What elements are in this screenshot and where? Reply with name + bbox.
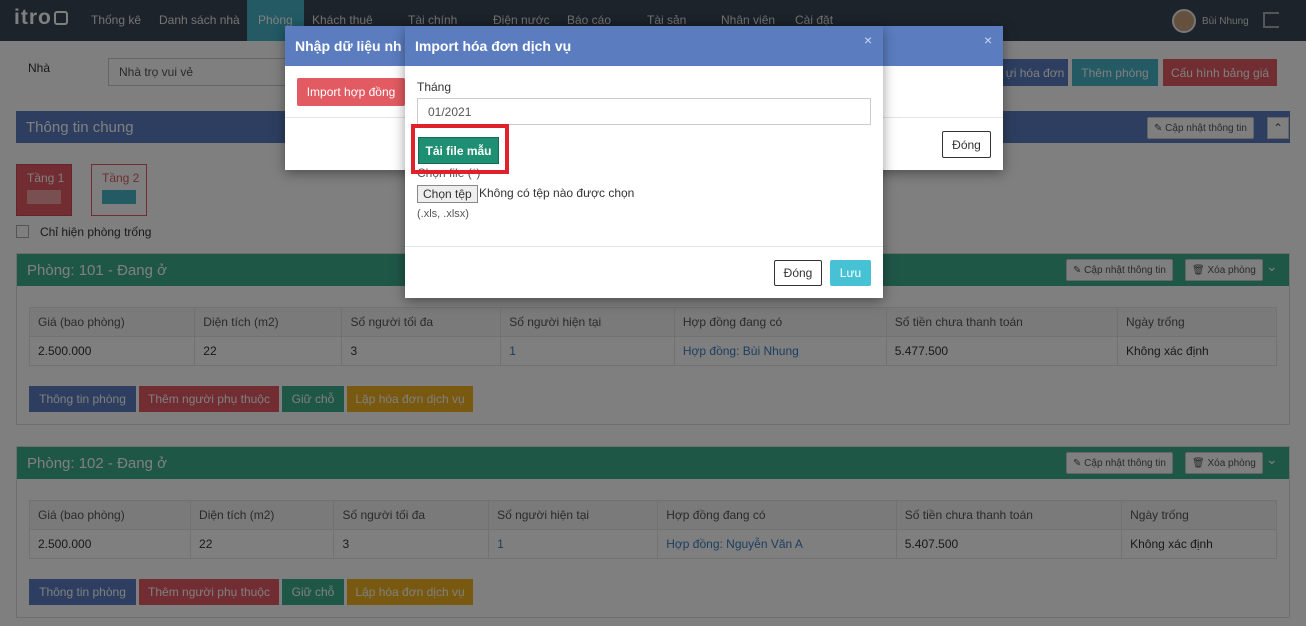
- download-template-button[interactable]: Tải file mẫu: [418, 137, 499, 164]
- save-button[interactable]: Lưu: [830, 260, 871, 286]
- no-file-text: Không có tệp nào được chọn: [479, 186, 635, 200]
- divider: [405, 246, 883, 247]
- import-service-invoice-modal: Import hóa đơn dịch vụ × Tháng 01/2021 C…: [405, 26, 883, 298]
- import-data-modal-title: Nhập dữ liệu nh: [295, 38, 402, 54]
- close-icon[interactable]: ×: [864, 32, 872, 48]
- close-icon[interactable]: ×: [984, 32, 992, 48]
- close-button[interactable]: Đóng: [774, 260, 822, 286]
- import-invoice-modal-header: Import hóa đơn dịch vụ: [405, 26, 883, 66]
- choose-file-button[interactable]: Chọn tệp: [417, 185, 478, 203]
- import-invoice-modal-title: Import hóa đơn dịch vụ: [415, 38, 572, 54]
- file-formats-text: (.xls, .xlsx): [417, 208, 469, 220]
- month-input[interactable]: 01/2021: [417, 98, 871, 125]
- month-label: Tháng: [417, 80, 452, 94]
- import-contract-button[interactable]: Import hợp đồng: [297, 78, 405, 106]
- close-back-modal-button[interactable]: Đóng: [942, 131, 991, 158]
